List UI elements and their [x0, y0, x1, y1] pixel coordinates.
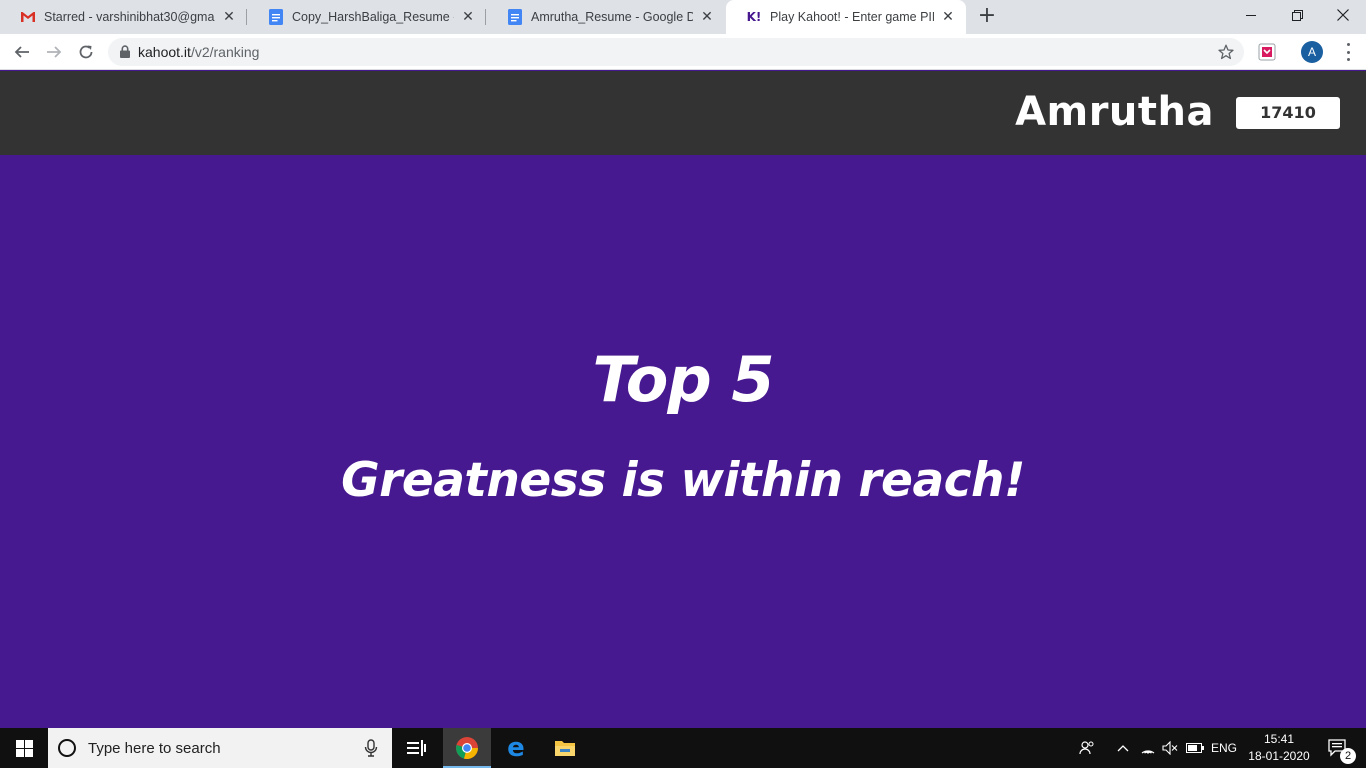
score-badge: 17410 [1236, 97, 1340, 129]
taskbar-file-explorer[interactable] [541, 728, 589, 768]
microphone-icon[interactable] [364, 739, 378, 757]
back-button[interactable] [8, 38, 36, 66]
tab-title: Starred - varshinibhat30@gmail.c [44, 10, 215, 24]
url-text: kahoot.it/v2/ranking [138, 44, 259, 60]
url-path: /v2/ranking [190, 44, 260, 60]
windows-logo-icon [15, 739, 33, 757]
edge-icon: e [507, 733, 525, 763]
browser-toolbar: kahoot.it/v2/ranking [0, 34, 1366, 70]
battery-icon[interactable] [1184, 728, 1206, 768]
wifi-icon[interactable] [1138, 728, 1158, 768]
language-indicator[interactable]: ENG [1208, 728, 1240, 768]
people-icon[interactable] [1076, 728, 1098, 768]
restore-button[interactable] [1274, 0, 1320, 30]
close-tab-icon[interactable]: ✕ [699, 9, 715, 25]
browser-tab-strip: Starred - varshinibhat30@gmail.c ✕ Copy_… [0, 0, 1366, 34]
tab-title: Copy_HarshBaliga_Resume - Goo [292, 10, 454, 24]
forward-button[interactable] [40, 38, 68, 66]
close-tab-icon[interactable]: ✕ [940, 9, 956, 25]
lock-icon [120, 43, 130, 62]
google-docs-icon [507, 9, 523, 25]
cortana-icon [58, 739, 76, 757]
chrome-icon [456, 737, 478, 760]
start-button[interactable] [0, 728, 48, 768]
taskbar-edge[interactable]: e [492, 728, 540, 768]
clock-date: 18-01-2020 [1248, 749, 1310, 763]
game-header: Amrutha 17410 [0, 71, 1366, 155]
task-view-button[interactable] [392, 728, 440, 768]
extension-icon[interactable] [1258, 43, 1276, 61]
url-host: kahoot.it [138, 44, 191, 60]
windows-taskbar: Type here to search e ENG 15:41 18-01-20… [0, 728, 1366, 768]
chevron-up-icon[interactable] [1113, 728, 1133, 768]
browser-menu-icon[interactable] [1338, 43, 1358, 61]
tab-gmail[interactable]: Starred - varshinibhat30@gmail.c ✕ [0, 0, 247, 34]
minimize-button[interactable] [1228, 0, 1274, 30]
rank-message: Greatness is within reach! [341, 453, 1025, 508]
reload-button[interactable] [72, 38, 100, 66]
rank-heading: Top 5 [592, 343, 775, 416]
close-tab-icon[interactable]: ✕ [460, 9, 476, 25]
bookmark-star-icon[interactable] [1218, 44, 1234, 60]
action-center-button[interactable]: 2 [1318, 728, 1358, 768]
search-placeholder: Type here to search [88, 739, 221, 757]
address-bar[interactable]: kahoot.it/v2/ranking [108, 38, 1244, 66]
close-tab-icon[interactable]: ✕ [221, 9, 237, 25]
tab-title: Play Kahoot! - Enter game PIN he [770, 10, 934, 24]
tab-title: Amrutha_Resume - Google Docs [531, 10, 693, 24]
clock-time: 15:41 [1263, 732, 1295, 746]
notification-count: 2 [1340, 748, 1356, 764]
ranking-screen: Top 5 Greatness is within reach! [0, 155, 1366, 728]
new-tab-button[interactable]: + [976, 5, 998, 28]
taskbar-search-box[interactable]: Type here to search [48, 728, 392, 768]
player-name: Amrutha [1015, 89, 1214, 135]
close-window-button[interactable] [1320, 0, 1366, 30]
tab-docs-harsh[interactable]: Copy_HarshBaliga_Resume - Goo ✕ [248, 0, 486, 34]
google-docs-icon [268, 9, 284, 25]
kahoot-icon: K! [746, 10, 762, 24]
profile-avatar[interactable]: A [1301, 41, 1323, 63]
volume-muted-icon[interactable] [1160, 728, 1180, 768]
folder-icon [555, 741, 575, 756]
taskbar-clock[interactable]: 15:41 18-01-2020 [1246, 731, 1312, 765]
taskbar-chrome[interactable] [443, 728, 491, 768]
tab-docs-amrutha[interactable]: Amrutha_Resume - Google Docs ✕ [487, 0, 725, 34]
gmail-icon [20, 9, 36, 25]
tab-kahoot[interactable]: K! Play Kahoot! - Enter game PIN he ✕ [726, 0, 966, 34]
task-view-icon [407, 740, 426, 756]
